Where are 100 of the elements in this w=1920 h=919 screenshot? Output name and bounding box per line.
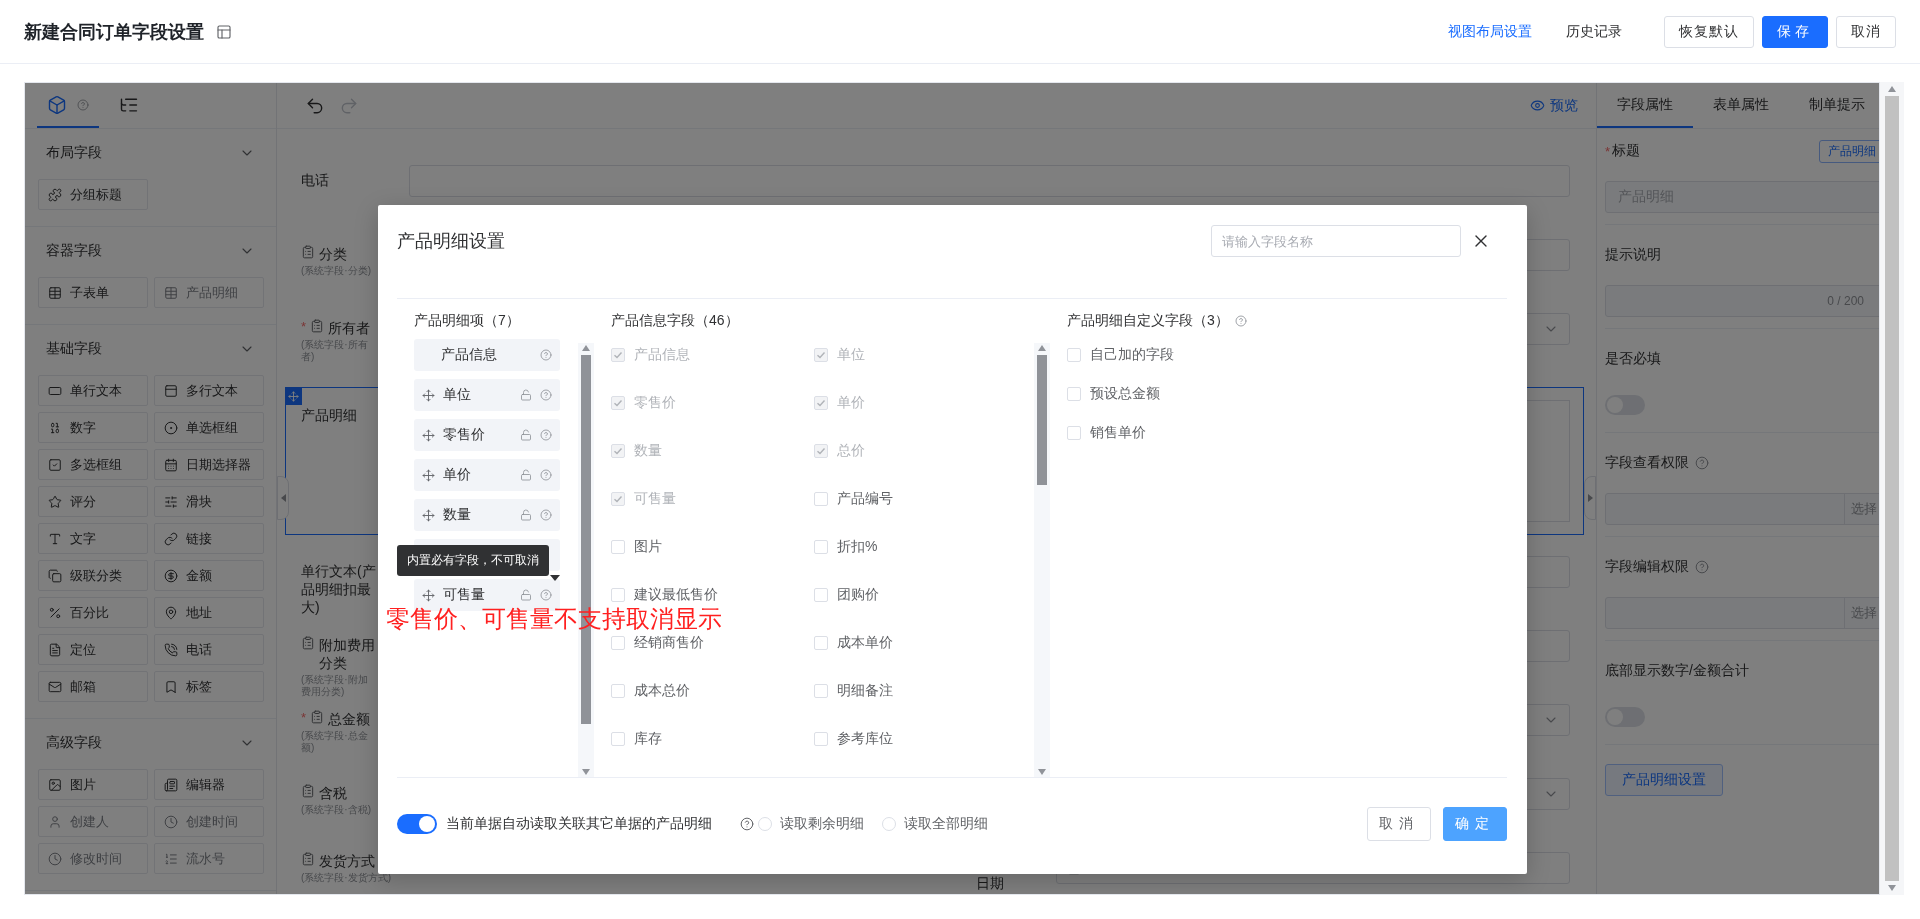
field-chip[interactable]: 数字 [38,412,148,443]
field-chip[interactable]: 级联分类 [38,560,148,591]
detail-item[interactable]: 数量 [414,499,560,531]
detail-item[interactable]: 零售价 [414,419,560,451]
checkbox[interactable] [611,636,625,650]
help-icon [1695,456,1709,470]
collapse-handle[interactable] [1584,476,1596,520]
checkbox[interactable] [611,540,625,554]
toggle-switch[interactable] [397,814,437,834]
field-chip[interactable]: 金额 [154,560,264,591]
radio-button[interactable] [758,817,772,831]
checkbox-label: 库存 [634,730,662,748]
property-tab[interactable]: 制单提示 [1789,83,1879,128]
scrollbar[interactable] [1034,343,1050,777]
section-title: 布局字段 [46,144,102,162]
scroll-down-icon[interactable] [1038,769,1046,775]
checkbox[interactable] [611,732,625,746]
scroll-down-icon[interactable] [582,769,590,775]
cancel-button[interactable]: 取消 [1367,807,1431,841]
field-chip[interactable]: 子表单 [38,277,148,308]
field-chip[interactable]: 百分比 [38,597,148,628]
image-icon [48,777,62,792]
field-chip[interactable]: 标签 [154,671,264,702]
field-chip[interactable]: 地址 [154,597,264,628]
clipboard-icon [301,245,315,259]
checkbox-label: 折扣% [837,538,878,556]
scroll-down-icon[interactable] [1888,885,1896,891]
checkbox-icon [48,457,62,472]
clock-icon [48,851,62,866]
field-chip[interactable]: 日期选择器 [154,449,264,480]
drag-handle[interactable] [285,387,302,405]
scrollbar-thumb[interactable] [1885,96,1899,881]
table-icon [164,285,178,300]
checkbox[interactable] [814,684,828,698]
field-label: 分类 [319,245,347,263]
collapse-handle[interactable] [277,476,289,520]
checkbox-label: 经销商售价 [634,634,704,652]
field-chip[interactable]: 滑块 [154,486,264,517]
field-chip[interactable]: 单选框组 [154,412,264,443]
checkbox[interactable] [611,684,625,698]
check-icon [613,398,623,408]
checkbox[interactable] [611,588,625,602]
checkbox-label: 预设总金额 [1090,385,1160,403]
field-label: 附加费用分类 [319,636,376,672]
field-chip[interactable]: 链接 [154,523,264,554]
checkbox-label: 单位 [837,346,865,364]
checkbox[interactable] [1067,426,1081,440]
detail-item[interactable]: 单位 [414,379,560,411]
header-link[interactable]: 视图布局设置 [1448,22,1532,41]
field-label: 产品明细 [301,406,357,424]
field-chip[interactable]: 多选框组 [38,449,148,480]
header-link[interactable]: 历史记录 [1566,22,1622,41]
checkbox-label: 产品信息 [634,346,690,364]
field-chip[interactable]: 文字 [38,523,148,554]
check-icon [816,350,826,360]
radio-button[interactable] [882,817,896,831]
checkbox-label: 自己加的字段 [1090,346,1174,364]
scrollbar-thumb[interactable] [1037,355,1047,485]
toggle-label: 当前单据自动读取关联其它单据的产品明细 [446,815,712,833]
checkbox-label: 产品编号 [837,490,893,508]
field-chip[interactable]: 分组标题 [38,179,148,210]
checkbox[interactable] [814,732,828,746]
checkbox-label: 总价 [837,442,865,460]
checkbox[interactable] [1067,348,1081,362]
field-chip[interactable]: 评分 [38,486,148,517]
detail-settings-button[interactable]: 产品明细设置 [1605,764,1723,796]
scrollbar[interactable] [1880,82,1904,895]
field-chip[interactable]: 多行文本 [154,375,264,406]
check-icon [816,446,826,456]
field-chip[interactable]: 电话 [154,634,264,665]
layout-icon[interactable] [216,23,232,40]
property-tab[interactable]: 表单属性 [1693,83,1789,128]
header-button[interactable]: 恢复默认 [1664,15,1754,48]
header-button[interactable]: 取消 [1836,15,1896,48]
field-label: 总金额 [328,710,371,728]
detail-item[interactable]: 单价 [414,459,560,491]
section-title: 基础字段 [46,340,102,358]
column-title: 产品明细自定义字段（3） [1067,312,1229,330]
field-chip[interactable]: 图片 [38,769,148,800]
save-button[interactable]: 保存 [1762,15,1828,48]
checkbox[interactable] [814,540,828,554]
phone-icon [164,642,178,657]
field-chip[interactable]: 编辑器 [154,769,264,800]
checkbox[interactable] [814,492,828,506]
property-tab[interactable]: 字段属性 [1597,83,1693,128]
checkbox-label: 销售单价 [1090,424,1146,442]
checkbox[interactable] [814,636,828,650]
search-field[interactable]: 请输入字段名称 [1211,225,1461,257]
scroll-up-icon[interactable] [1888,86,1896,92]
field-chip[interactable]: 邮箱 [38,671,148,702]
field-chip[interactable]: 定位 [38,634,148,665]
checkbox[interactable] [1067,387,1081,401]
field-chip[interactable]: 单行文本 [38,375,148,406]
checkbox[interactable] [814,588,828,602]
preview-link[interactable]: 预览 [1530,96,1578,115]
detail-item[interactable]: 产品信息 [414,339,560,371]
tooltip: 内置必有字段，不可取消 [397,545,549,576]
numbered-list-icon [164,851,178,866]
confirm-button[interactable]: 确定 [1443,807,1507,841]
cube-icon [47,94,67,115]
